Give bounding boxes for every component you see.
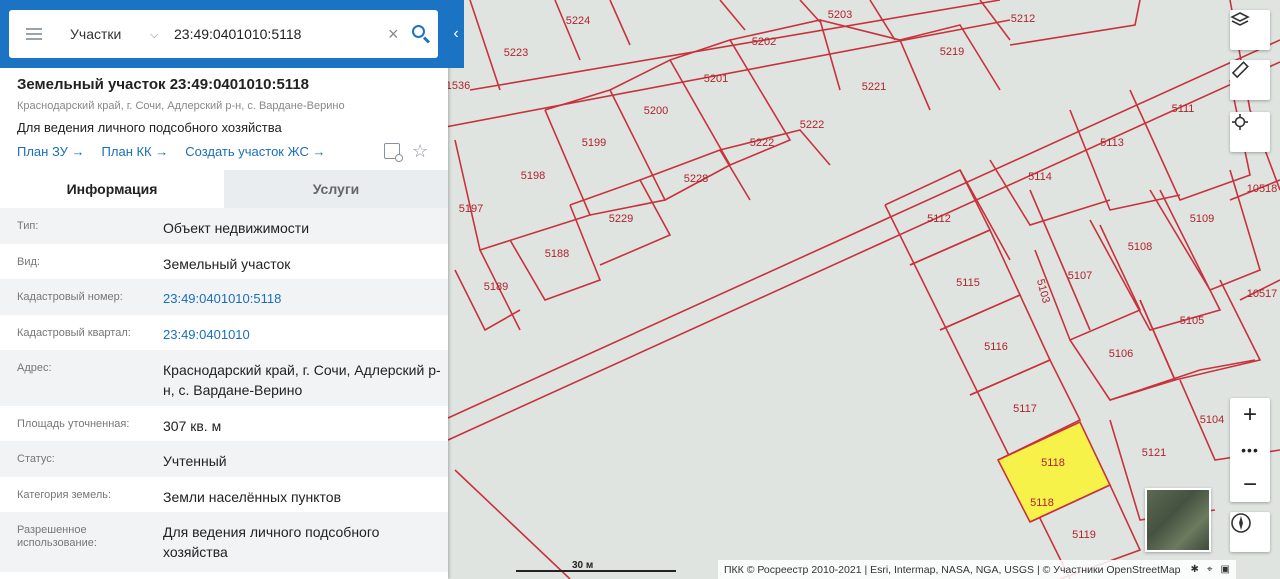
- parcel-label: 5224: [566, 15, 590, 27]
- layers-icon: [1230, 12, 1250, 26]
- map-attribution: ПКК © Росреестр 2010-2021 | Esri, Interm…: [718, 560, 1236, 579]
- parcel-label: 5118: [1041, 457, 1065, 469]
- zoom-controls: + ••• −: [1230, 398, 1270, 502]
- parcel-use: Для ведения личного подсобного хозяйства: [17, 120, 282, 135]
- zoom-in-button[interactable]: +: [1230, 398, 1270, 432]
- table-row: Площадь уточненная: 307 кв. м: [0, 406, 448, 441]
- parcel-label: 5109: [1190, 213, 1214, 225]
- parcel-label: 5105: [1180, 315, 1204, 327]
- page-title: Земельный участок 23:49:0401010:5118: [17, 76, 310, 93]
- table-row: Адрес: Краснодарский край, г. Сочи, Адле…: [0, 350, 448, 406]
- create-parcel-link[interactable]: Создать участок ЖС →: [185, 144, 325, 159]
- parcel-label: 5119: [1072, 529, 1096, 541]
- parcel-label: 5111: [1172, 103, 1195, 115]
- parcel-label: 5116: [984, 341, 1008, 353]
- pin-icon[interactable]: ✱: [1190, 564, 1198, 575]
- chevron-down-icon[interactable]: ⌵: [150, 29, 160, 41]
- table-row: Кадастровый квартал: 23:49:0401010: [0, 315, 448, 350]
- parcel-label: 5212: [1011, 13, 1035, 25]
- parcel-label: 5114: [1028, 171, 1052, 183]
- parcel-label: 5198: [521, 170, 545, 182]
- tab-services[interactable]: Услуги: [224, 170, 448, 208]
- parcel-label: 5223: [504, 47, 528, 59]
- parcel-label: 5107: [1068, 270, 1092, 282]
- crosshair-icon: [1232, 114, 1248, 130]
- menu-icon[interactable]: [26, 28, 42, 40]
- table-row: Тип: Объект недвижимости: [0, 208, 448, 244]
- tab-information[interactable]: Информация: [0, 170, 224, 208]
- parcel-label: 5113: [1100, 137, 1124, 149]
- search-header: Участки ⌵ × ‹: [0, 0, 464, 68]
- locate-button[interactable]: [1230, 112, 1270, 152]
- parcel-links: План ЗУ → План КК → Создать участок ЖС →: [17, 144, 325, 159]
- compass-icon: [1231, 513, 1251, 533]
- parcel-address-short: Краснодарский край, г. Сочи, Адлерский р…: [17, 100, 345, 112]
- layers-button[interactable]: [1230, 10, 1270, 50]
- table-row: Кадастровый номер: 23:49:0401010:5118: [0, 279, 448, 315]
- minimap[interactable]: [1145, 488, 1211, 552]
- document-search-icon[interactable]: [384, 143, 403, 162]
- selected-parcel[interactable]: [996, 420, 1112, 524]
- parcel-label: 5197: [459, 203, 483, 215]
- parcel-label: 5203: [828, 9, 852, 21]
- close-icon[interactable]: ×: [388, 25, 399, 43]
- search-type-select[interactable]: Участки: [70, 26, 142, 42]
- table-row: Статус: Учтенный: [0, 441, 448, 477]
- parcel-label: 5222: [750, 137, 774, 149]
- star-icon[interactable]: ☆: [412, 142, 428, 160]
- zoom-out-button[interactable]: −: [1230, 468, 1270, 502]
- tab-bar: Информация Услуги: [0, 170, 448, 208]
- chevron-left-icon[interactable]: ‹: [448, 10, 464, 58]
- plan-kk-link[interactable]: План КК →: [102, 144, 169, 159]
- attribution-text: ПКК © Росреестр 2010-2021 | Esri, Interm…: [724, 563, 1181, 576]
- parcel-label: 5103: [1034, 278, 1052, 305]
- parcel-label: 5200: [644, 105, 668, 117]
- parcel-label: 5201: [704, 73, 728, 85]
- info-panel: Земельный участок 23:49:0401010:5118 Кра…: [0, 0, 448, 579]
- ruler-icon: [1231, 61, 1249, 79]
- search-bar: Участки ⌵ ×: [9, 10, 438, 58]
- parcel-label: 5108: [1128, 241, 1152, 253]
- parcel-label: 5221: [862, 81, 886, 93]
- locate-small-icon[interactable]: ⌖: [1207, 564, 1213, 575]
- table-row: Разрешенное использование: Для ведения л…: [0, 512, 448, 572]
- search-icon[interactable]: [411, 24, 431, 44]
- parcel-label: 5202: [752, 36, 776, 48]
- parcel-label: 5104: [1200, 414, 1224, 426]
- cadastral-number-link[interactable]: 23:49:0401010:5118: [163, 279, 448, 315]
- scale-bar: 30 м: [516, 560, 676, 574]
- info-table: Тип: Объект недвижимости Вид: Земельный …: [0, 208, 448, 572]
- more-icon[interactable]: •••: [1230, 432, 1270, 468]
- table-row: Вид: Земельный участок: [0, 244, 448, 279]
- measure-button[interactable]: [1230, 60, 1270, 100]
- parcel-label: 5199: [582, 137, 606, 149]
- parcel-label: 5219: [940, 46, 964, 58]
- parcel-label: 5115: [956, 277, 980, 289]
- compass-button[interactable]: [1230, 512, 1270, 552]
- parcel-label: 5121: [1142, 447, 1166, 459]
- parcel-label: 5188: [545, 248, 569, 260]
- parcel-label: 5222: [800, 119, 824, 131]
- search-input[interactable]: [174, 26, 374, 42]
- parcel-label: 10518: [1247, 183, 1278, 195]
- parcel-label: 5189: [484, 281, 508, 293]
- parcel-label: 5229: [609, 213, 633, 225]
- print-icon[interactable]: ▣: [1221, 564, 1230, 575]
- parcel-label: 5228: [684, 173, 708, 185]
- parcel-label: 5112: [927, 213, 951, 225]
- parcel-label: 5117: [1013, 403, 1037, 415]
- parcel-label: 5106: [1109, 348, 1133, 360]
- parcel-label: 1536: [446, 80, 470, 92]
- parcel-labels: 5224 5203 5212 1536 5223 5202 5219 5201 …: [446, 9, 1278, 541]
- parcel-label: 10517: [1247, 288, 1278, 300]
- parcel-label: 5118: [1030, 497, 1054, 509]
- cadastral-quarter-link[interactable]: 23:49:0401010: [163, 315, 448, 350]
- table-row: Категория земель: Земли населённых пункт…: [0, 477, 448, 512]
- plan-zu-link[interactable]: План ЗУ →: [17, 144, 85, 159]
